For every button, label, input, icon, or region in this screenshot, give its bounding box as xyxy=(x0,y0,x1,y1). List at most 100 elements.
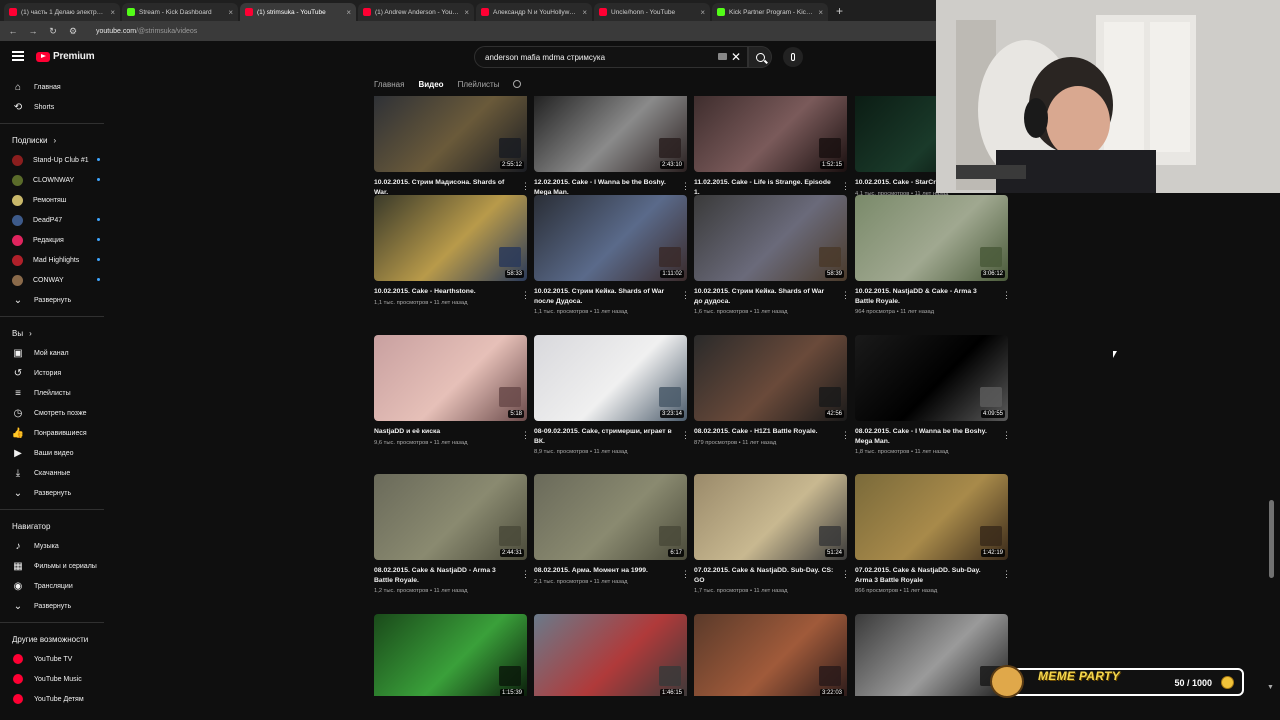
video-thumbnail[interactable]: 1:42:19 xyxy=(855,474,1008,560)
reload-icon[interactable]: ↻ xyxy=(48,26,58,37)
sidebar-item-subscription[interactable]: Mad Highlights xyxy=(0,250,116,270)
sidebar-item[interactable]: ⌄ Развернуть xyxy=(0,596,116,616)
video-thumbnail[interactable]: 42:56 xyxy=(694,335,847,421)
video-thumbnail[interactable]: 1:11:02 xyxy=(534,195,687,281)
sidebar-item[interactable]: YouTube TV xyxy=(0,649,116,669)
video-card[interactable]: 51:24 07.02.2015. Cake & NastjaDD. Sub-Da… xyxy=(694,474,850,594)
keyboard-icon[interactable] xyxy=(718,53,727,60)
sidebar-item-subscription[interactable]: CLOWNWAY xyxy=(0,170,116,190)
sidebar-item[interactable]: ⌄ Развернуть xyxy=(0,483,116,503)
sidebar-item[interactable]: ▶ Ваши видео xyxy=(0,443,116,463)
sidebar-item[interactable]: ≡ Плейлисты xyxy=(0,383,116,403)
video-thumbnail[interactable]: 2:43:10 xyxy=(534,96,687,172)
close-tab-icon[interactable]: × xyxy=(700,8,705,17)
sidebar-item-subscription[interactable]: Stand-Up Club #1 xyxy=(0,150,116,170)
more-actions-icon[interactable]: ⋮ xyxy=(681,291,690,300)
video-card[interactable]: 58:39 10.02.2015. Стрим Кейка. Shards of … xyxy=(694,195,850,315)
search-button[interactable] xyxy=(748,46,772,68)
sidebar-item[interactable]: ◉ Трансляции xyxy=(0,576,116,596)
sidebar-item[interactable]: ↺ История xyxy=(0,363,116,383)
clear-search-icon[interactable]: ✕ xyxy=(731,50,741,64)
video-thumbnail[interactable]: 3:23:14 xyxy=(534,335,687,421)
sidebar-item[interactable]: ⟲ Shorts xyxy=(0,97,116,117)
video-thumbnail[interactable] xyxy=(855,614,1008,696)
video-thumbnail[interactable]: 1:52:15 xyxy=(694,96,847,172)
video-thumbnail[interactable]: 4:09:55 xyxy=(855,335,1008,421)
more-actions-icon[interactable]: ⋮ xyxy=(841,291,850,300)
more-from-youtube-heading[interactable]: Другие возможности xyxy=(0,629,116,649)
more-actions-icon[interactable]: ⋮ xyxy=(841,570,850,579)
video-card[interactable]: 3:22:03 xyxy=(694,614,848,696)
more-actions-icon[interactable]: ⋮ xyxy=(1002,570,1011,579)
youtube-premium-logo[interactable]: Premium xyxy=(36,51,95,62)
close-tab-icon[interactable]: × xyxy=(464,8,469,17)
video-card[interactable]: 4:09:55 08.02.2015. Cake - I Wanna be the… xyxy=(855,335,1011,455)
more-actions-icon[interactable]: ⋮ xyxy=(841,431,850,440)
scroll-down-arrow-icon[interactable]: ▼ xyxy=(1267,684,1274,691)
video-card[interactable]: 1:15:39 xyxy=(374,614,528,696)
video-title[interactable]: 07.02.2015. Cake & NastjaDD. Sub-Day. CS… xyxy=(694,566,834,585)
sidebar-item[interactable]: ⌂ Главная xyxy=(0,77,116,97)
more-actions-icon[interactable]: ⋮ xyxy=(521,291,530,300)
sidebar-item[interactable]: YouTube Music xyxy=(0,669,116,689)
browser-tab[interactable]: Kick Partner Program - Kick Da × xyxy=(712,3,828,21)
subscriptions-heading[interactable]: Подписки › xyxy=(0,130,116,150)
video-thumbnail[interactable]: 51:24 xyxy=(694,474,847,560)
more-actions-icon[interactable]: ⋮ xyxy=(841,182,850,191)
video-title[interactable]: 10.02.2015. Стрим Кейка. Shards of War п… xyxy=(534,287,674,306)
channel-search-icon[interactable] xyxy=(513,80,522,88)
close-tab-icon[interactable]: × xyxy=(818,8,823,17)
sidebar-item-subscription[interactable]: Ремонтяш xyxy=(0,190,116,210)
video-title[interactable]: 10.02.2015. Cake - Hearthstone. xyxy=(374,287,514,297)
video-card[interactable]: 1:52:15 11.02.2015. Cake - Life is Strang… xyxy=(694,96,850,206)
video-title[interactable]: 08.02.2015. Арма. Момент на 1999. xyxy=(534,566,674,576)
site-info-icon[interactable]: ⚙ xyxy=(68,26,78,37)
video-thumbnail[interactable]: 6:17 xyxy=(534,474,687,560)
video-title[interactable]: 10.02.2015. Стрим Кейка. Shards of War д… xyxy=(694,287,834,306)
more-actions-icon[interactable]: ⋮ xyxy=(1002,431,1011,440)
video-title[interactable]: 08.02.2015. Cake & NastjaDD - Arma 3 Bat… xyxy=(374,566,514,585)
sidebar-item-subscription[interactable]: CONWAY xyxy=(0,270,116,290)
video-title[interactable]: 08.02.2015. Cake - I Wanna be the Boshy.… xyxy=(855,427,995,446)
video-title[interactable]: 08-09.02.2015. Cake, стримерши, играет в… xyxy=(534,427,674,446)
video-card[interactable]: 2:43:10 12.02.2015. Cake - I Wanna be the… xyxy=(534,96,690,206)
video-thumbnail[interactable]: 58:39 xyxy=(694,195,847,281)
forward-icon[interactable]: → xyxy=(28,26,38,36)
sidebar-item[interactable]: ⤓ Скачанные xyxy=(0,463,116,483)
sidebar-item-subscription[interactable]: DeadP47 xyxy=(0,210,116,230)
more-actions-icon[interactable]: ⋮ xyxy=(521,182,530,191)
close-tab-icon[interactable]: × xyxy=(346,8,351,17)
video-thumbnail[interactable]: 2:55:12 xyxy=(374,96,527,172)
more-actions-icon[interactable]: ⋮ xyxy=(1002,291,1011,300)
video-thumbnail[interactable]: 1:15:39 xyxy=(374,614,527,696)
menu-icon[interactable] xyxy=(12,51,24,61)
sidebar-item[interactable]: 👍 Понравившиеся xyxy=(0,423,116,443)
back-icon[interactable]: ← xyxy=(8,26,18,36)
browser-tab[interactable]: Stream - Kick Dashboard × xyxy=(122,3,238,21)
video-thumbnail[interactable]: 58:33 xyxy=(374,195,527,281)
more-actions-icon[interactable]: ⋮ xyxy=(681,182,690,191)
close-tab-icon[interactable]: × xyxy=(110,8,115,17)
video-card[interactable]: 58:33 10.02.2015. Cake - Hearthstone. 1,1 … xyxy=(374,195,530,306)
sidebar-item[interactable]: ⌄ Развернуть xyxy=(0,290,116,310)
video-title[interactable]: NastjaDD и её киска xyxy=(374,427,514,437)
tab-home[interactable]: Главная xyxy=(374,80,404,89)
scrollbar-thumb[interactable] xyxy=(1269,500,1274,578)
sidebar-item-subscription[interactable]: Редакция xyxy=(0,230,116,250)
close-tab-icon[interactable]: × xyxy=(582,8,587,17)
video-thumbnail[interactable]: 3:06:12 xyxy=(855,195,1008,281)
sidebar-item[interactable]: ♪ Музыка xyxy=(0,536,116,556)
browser-tab[interactable]: (1) strimsuka - YouTube × xyxy=(240,3,356,21)
video-title[interactable]: 10.02.2015. NastjaDD & Cake - Arma 3 Bat… xyxy=(855,287,995,306)
search-input[interactable]: anderson mafia mdma стримсука ✕ xyxy=(474,46,748,68)
video-thumbnail[interactable]: 2:44:31 xyxy=(374,474,527,560)
video-card[interactable] xyxy=(855,614,1009,696)
video-thumbnail[interactable]: 5:18 xyxy=(374,335,527,421)
video-card[interactable]: 3:06:12 10.02.2015. NastjaDD & Cake - Arm… xyxy=(855,195,1011,315)
more-actions-icon[interactable]: ⋮ xyxy=(521,570,530,579)
new-tab-button[interactable]: + xyxy=(830,3,849,21)
video-card[interactable]: 1:46:15 xyxy=(534,614,688,696)
video-card[interactable]: 1:11:02 10.02.2015. Стрим Кейка. Shards o… xyxy=(534,195,690,315)
more-actions-icon[interactable]: ⋮ xyxy=(521,431,530,440)
video-card[interactable]: 1:42:19 07.02.2015. Cake & NastjaDD. Sub-… xyxy=(855,474,1011,594)
